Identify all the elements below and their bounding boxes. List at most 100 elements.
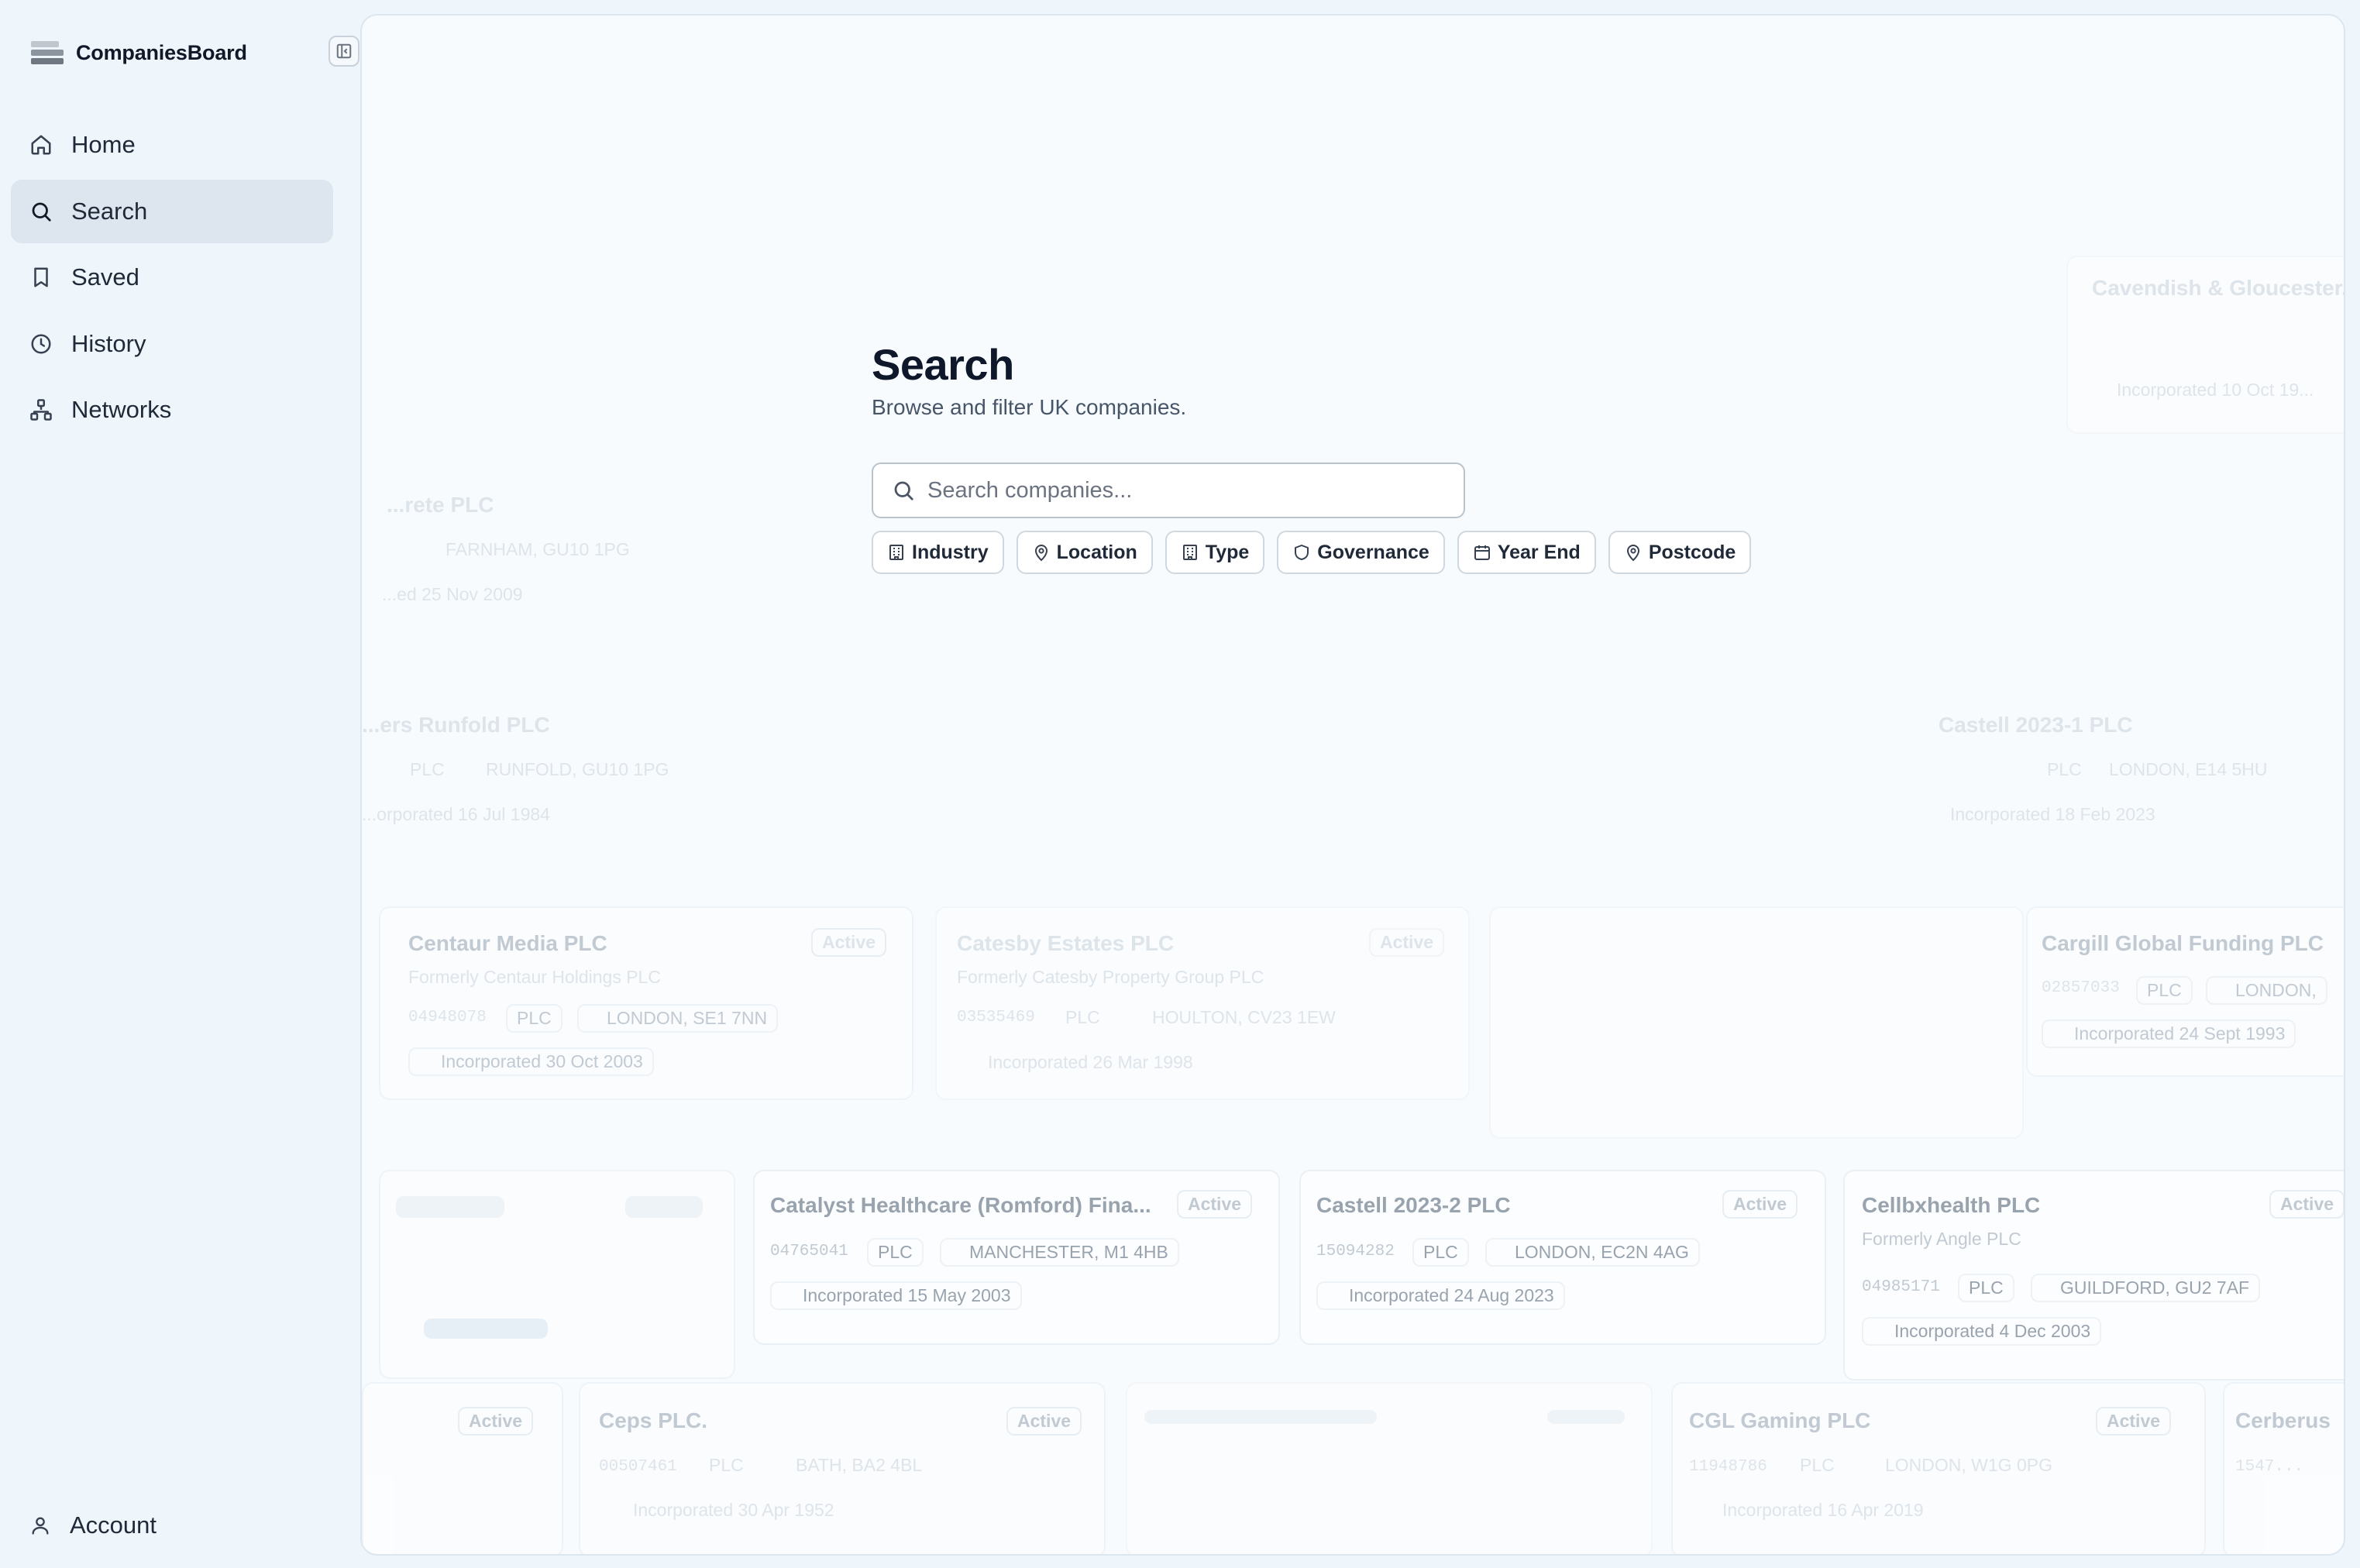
- filter-label: Industry: [912, 541, 989, 563]
- sidebar-item-search[interactable]: Search: [11, 179, 333, 243]
- page-subtitle: Browse and filter UK companies.: [872, 395, 1187, 419]
- status-badge: Active: [1006, 1407, 1082, 1436]
- brand[interactable]: CompaniesBoard: [28, 36, 247, 70]
- main-panel: Cavendish & Gloucester... Incorporated 1…: [360, 14, 2345, 1556]
- sidebar-item-label: Search: [71, 197, 148, 225]
- company-type: PLC: [410, 759, 445, 779]
- bookmark-icon: [34, 267, 48, 287]
- company-location: LONDON, W1G 0PG: [1885, 1455, 2052, 1475]
- collapse-sidebar-button[interactable]: [329, 36, 360, 67]
- incorporated-date: Incorporated 24 Sept 1993: [2042, 1020, 2296, 1048]
- company-type: PLC: [2136, 976, 2193, 1005]
- company-number: 04948078: [408, 1009, 487, 1026]
- company-number: 03535469: [957, 1009, 1035, 1026]
- map-pin-icon: [1626, 545, 1639, 562]
- company-type: PLC: [2047, 759, 2082, 779]
- sidebar-nav: Home Search Saved History Networks: [11, 113, 333, 445]
- sidebar-item-label: Networks: [71, 396, 172, 423]
- company-location: MANCHESTER, M1 4HB: [940, 1238, 1179, 1267]
- app-name: CompaniesBoard: [76, 40, 247, 64]
- company-type: PLC: [867, 1238, 924, 1267]
- filter-type[interactable]: Type: [1165, 531, 1265, 574]
- companiesboard-logo-icon: [28, 38, 65, 67]
- account-label: Account: [70, 1511, 157, 1539]
- search-box[interactable]: [872, 462, 1465, 518]
- former-name: Formerly Angle PLC: [1862, 1229, 2021, 1249]
- incorporated-date: Incorporated 15 May 2003: [770, 1281, 1022, 1310]
- filter-postcode[interactable]: Postcode: [1608, 531, 1752, 574]
- sidebar-item-label: History: [71, 329, 146, 357]
- company-name: Catalyst Healthcare (Romford) Fina...: [770, 1193, 1151, 1217]
- former-name: Formerly Centaur Holdings PLC: [408, 967, 661, 987]
- search-icon: [894, 481, 913, 500]
- filter-year-end[interactable]: Year End: [1457, 531, 1596, 574]
- company-name: Ceps PLC.: [599, 1408, 708, 1432]
- filter-bar: Industry Location Type Governance Year E…: [872, 531, 1763, 574]
- status-badge: Active: [1722, 1190, 1798, 1219]
- status-badge: Active: [1369, 928, 1445, 957]
- company-location: LONDON, E14 5HU: [2109, 759, 2268, 779]
- sidebar-item-saved[interactable]: Saved: [11, 246, 333, 309]
- sidebar: CompaniesBoard Home Search Saved History…: [0, 0, 360, 1568]
- company-location: HOULTON, CV23 1EW: [1152, 1007, 1336, 1027]
- company-type: PLC: [709, 1455, 744, 1475]
- company-card-placeholder: [1126, 1382, 1653, 1554]
- sidebar-item-networks[interactable]: Networks: [11, 378, 333, 442]
- incorporated-date: Incorporated 24 Aug 2023: [1316, 1281, 1565, 1310]
- company-number: 04765041: [770, 1243, 848, 1260]
- sidebar-toggle-icon: [336, 43, 352, 59]
- incorporated-date: ...orporated 16 Jul 1984: [362, 804, 550, 824]
- shield-icon: [1295, 545, 1309, 560]
- search-icon: [32, 202, 51, 222]
- company-type: PLC: [1412, 1238, 1469, 1267]
- sidebar-item-label: Home: [71, 131, 136, 158]
- incorporated-date: Incorporated 30 Apr 1952: [633, 1500, 834, 1520]
- home-icon: [31, 135, 51, 155]
- company-type: PLC: [1065, 1007, 1100, 1027]
- filter-label: Governance: [1317, 541, 1429, 563]
- page-title: Search: [872, 340, 1014, 389]
- company-name: Cargill Global Funding PLC: [2042, 931, 2324, 955]
- incorporated-date: ...ed 25 Nov 2009: [382, 584, 523, 604]
- incorporated-date: Incorporated 30 Oct 2003: [408, 1047, 654, 1076]
- status-badge: Active: [811, 928, 887, 957]
- calendar-icon: [1474, 545, 1490, 560]
- background-company-cards: Cavendish & Gloucester... Incorporated 1…: [362, 15, 2344, 1554]
- company-name: Cerberus: [2235, 1408, 2331, 1432]
- building-icon: [1182, 545, 1197, 560]
- filter-industry[interactable]: Industry: [872, 531, 1004, 574]
- company-type: PLC: [506, 1004, 562, 1033]
- company-name: Catesby Estates PLC: [957, 931, 1175, 955]
- filter-label: Postcode: [1648, 541, 1736, 563]
- map-pin-icon: [1034, 545, 1048, 562]
- incorporated-date: Incorporated 10 Oct 19...: [2117, 380, 2314, 400]
- company-location: LONDON, SE1 7NN: [577, 1004, 779, 1033]
- status-badge: Active: [2269, 1190, 2344, 1219]
- filter-label: Type: [1205, 541, 1250, 563]
- sidebar-item-history[interactable]: History: [11, 312, 333, 376]
- filter-label: Location: [1056, 541, 1137, 563]
- company-number: 00507461: [599, 1458, 677, 1476]
- company-location: FARNHAM, GU10 1PG: [446, 539, 630, 559]
- user-icon: [32, 1517, 49, 1535]
- incorporated-date: Incorporated 18 Feb 2023: [1950, 804, 2155, 824]
- clock-icon: [31, 334, 51, 353]
- filter-location[interactable]: Location: [1016, 531, 1153, 574]
- company-location: LONDON,: [2206, 976, 2327, 1005]
- sidebar-item-account[interactable]: Account: [11, 1494, 333, 1557]
- filter-label: Year End: [1497, 541, 1581, 563]
- status-badge: Active: [458, 1407, 534, 1436]
- company-name: ...ers Runfold PLC: [362, 713, 550, 737]
- company-location: BATH, BA2 4BL: [796, 1455, 923, 1475]
- company-name: CGL Gaming PLC: [1689, 1408, 1871, 1432]
- status-badge: Active: [1177, 1190, 1253, 1219]
- company-number: 04985171: [1862, 1278, 1940, 1296]
- company-location: GUILDFORD, GU2 7AF: [2031, 1274, 2261, 1302]
- status-badge: Active: [2096, 1407, 2172, 1436]
- filter-governance[interactable]: Governance: [1277, 531, 1445, 574]
- company-number: 15094282: [1316, 1243, 1395, 1260]
- company-name: ...rete PLC: [387, 493, 494, 517]
- company-type: PLC: [1800, 1455, 1835, 1475]
- sidebar-item-home[interactable]: Home: [11, 113, 333, 177]
- search-input[interactable]: [927, 477, 1454, 504]
